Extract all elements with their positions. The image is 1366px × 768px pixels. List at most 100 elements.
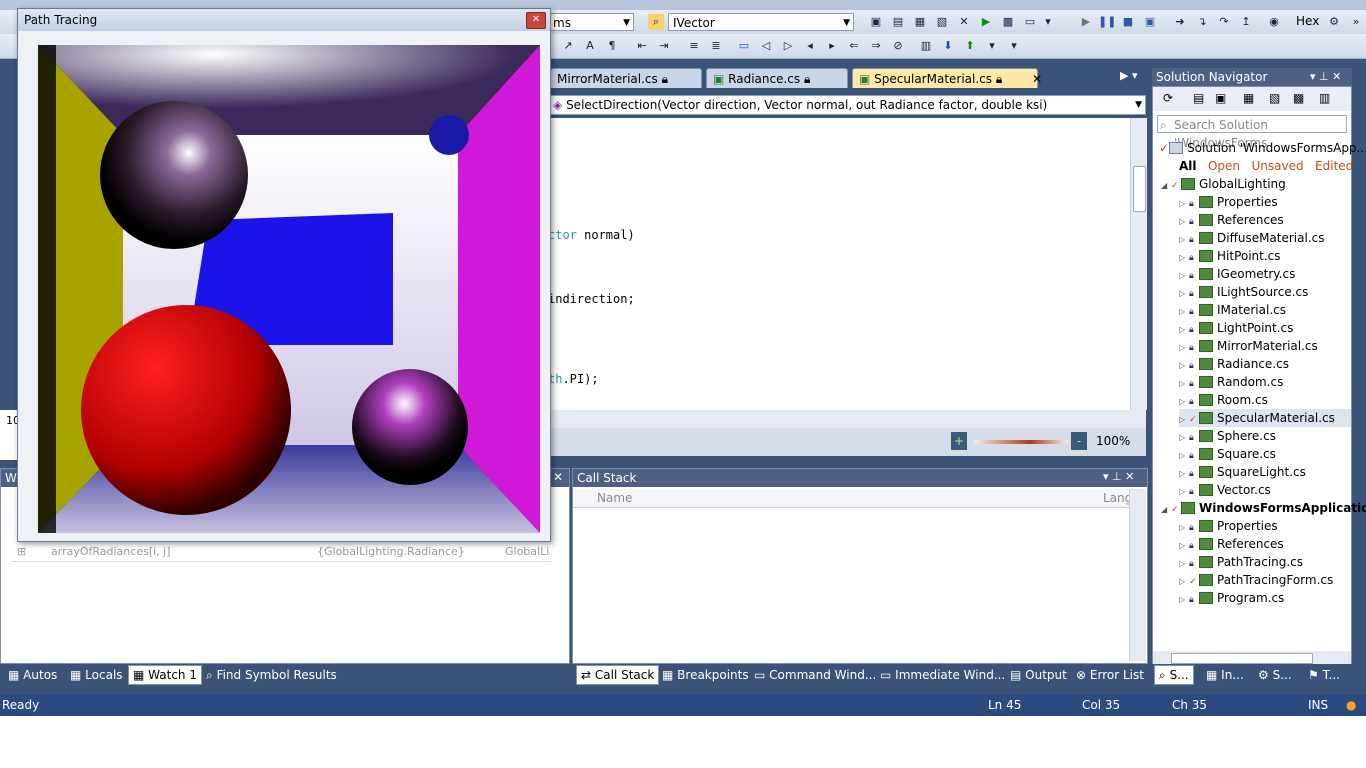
prev-bookmark-folder-icon[interactable]: ◂ <box>802 38 818 54</box>
tab-index[interactable]: ▦ In... <box>1206 666 1244 684</box>
step-over-icon[interactable]: ↷ <box>1216 14 1232 30</box>
stop-icon[interactable]: ■ <box>1120 14 1136 30</box>
show-next-statement-icon[interactable]: ➜ <box>1172 14 1188 30</box>
tree-item[interactable]: ◢ ✓ WindowsFormsApplication <box>1161 499 1366 517</box>
tab-immediate-window[interactable]: ▭ Immediate Wind... <box>880 666 1005 684</box>
tree-item[interactable]: ▷ 🔒︎ ILightSource.cs <box>1179 283 1308 301</box>
tree-item[interactable]: ▷ 🔒︎ Properties <box>1179 193 1278 211</box>
command-window-icon[interactable]: ▭ <box>1022 14 1038 30</box>
tree-item[interactable]: ▷ 🔒︎ References <box>1179 211 1284 229</box>
tree-item[interactable]: ▷ 🔒︎ LightPoint.cs <box>1179 319 1293 337</box>
tab-solution-navigator[interactable]: ⌕ S... <box>1154 665 1194 685</box>
tab-command-window[interactable]: ▭ Command Wind... <box>754 666 876 684</box>
overflow-icon[interactable]: » <box>1348 14 1364 30</box>
panel-options-icon[interactable]: ▾ ⊥ ✕ <box>1103 470 1134 483</box>
find-icon[interactable]: ⌕ <box>648 14 664 30</box>
solution-node[interactable]: ✓ Solution 'WindowsFormsApp... <box>1159 139 1366 157</box>
prev-doc-bookmark-icon[interactable]: ⇐ <box>846 38 862 54</box>
properties-icon[interactable]: ▤ <box>890 14 906 30</box>
expanded-arrow-icon[interactable]: ◢ <box>1161 501 1171 519</box>
tab-locals[interactable]: ▦ Locals <box>70 666 123 684</box>
outdent-icon[interactable]: ⇤ <box>634 38 650 54</box>
tree-item[interactable]: ▷ ✓ SpecularMaterial.cs <box>1179 409 1351 427</box>
tab-error-list[interactable]: ⊗ Error List <box>1076 666 1144 684</box>
tab-output[interactable]: ▤ Output <box>1010 666 1067 684</box>
editor-horizontal-scrollbar[interactable] <box>548 410 1146 428</box>
tree-item[interactable]: ▷ 🔒︎ PathTracing.cs <box>1179 553 1303 571</box>
find-combo[interactable]: IVector ▼ <box>668 13 854 31</box>
filter-edited[interactable]: Edited <box>1315 159 1353 173</box>
tab-radiance[interactable]: ▣ Radiance.cs 🔒︎ <box>706 68 848 88</box>
tab-find-symbol-results[interactable]: ⌕ Find Symbol Results <box>206 666 337 684</box>
zoom-slider[interactable] <box>974 440 1068 444</box>
solution-explorer-icon[interactable]: ▣ <box>868 14 884 30</box>
editor-vertical-scrollbar[interactable] <box>1130 118 1147 410</box>
step-into-icon[interactable]: ↴ <box>1194 14 1210 30</box>
close-icon[interactable]: ✕ <box>553 470 563 484</box>
filter-open[interactable]: Open <box>1208 159 1240 173</box>
step-out-icon[interactable]: ↥ <box>1238 14 1254 30</box>
hex-toggle[interactable]: Hex <box>1296 14 1319 28</box>
parameter-info-icon[interactable]: A <box>582 38 598 54</box>
expand-icon[interactable]: ⊞ <box>17 545 26 558</box>
dropdown-icon[interactable]: ▾ <box>984 38 1000 54</box>
restart-icon[interactable]: ▣ <box>1142 14 1158 30</box>
filter-unsaved[interactable]: Unsaved <box>1251 159 1303 173</box>
scroll-thumb[interactable] <box>1171 653 1313 664</box>
tree-item[interactable]: ▷ 🔒︎ References <box>1179 535 1284 553</box>
next-bookmark-folder-icon[interactable]: ▸ <box>824 38 840 54</box>
solution-search-input[interactable]: ⌕ Search Solution 'WindowsForms <box>1157 115 1347 150</box>
properties-icon[interactable]: ▥ <box>1319 91 1330 105</box>
object-browser-icon[interactable]: ▦ <box>912 14 928 30</box>
zoom-out-icon[interactable]: - <box>1071 432 1087 450</box>
bookmark-icon[interactable]: ▭ <box>736 38 752 54</box>
tree-item[interactable]: ▷ 🔒︎ MirrorMaterial.cs <box>1179 337 1318 355</box>
tools-icon[interactable]: ✕ <box>956 14 972 30</box>
tree-item[interactable]: ▷ 🔒︎ SquareLight.cs <box>1179 463 1306 481</box>
member-combo[interactable]: ◈ SelectDirection(Vector direction, Vect… <box>548 95 1146 115</box>
uncomment-icon[interactable]: ≣ <box>708 38 724 54</box>
close-icon[interactable]: ✕ <box>1032 72 1042 86</box>
column-lang[interactable]: Lang <box>1103 491 1132 505</box>
tree-item[interactable]: ▷ 🔒︎ HitPoint.cs <box>1179 247 1281 265</box>
tree-item[interactable]: ▷ 🔒︎ Radiance.cs <box>1179 355 1289 373</box>
quick-info-icon[interactable]: ↗ <box>560 38 576 54</box>
refresh-icon[interactable]: ▧ <box>1269 91 1280 105</box>
toolbox-icon[interactable]: ▧ <box>934 14 950 30</box>
tree-item[interactable]: ◢ ✓ GlobalLighting <box>1161 175 1286 193</box>
dropdown-icon[interactable]: ▾ <box>1006 38 1022 54</box>
code-editor[interactable]: ctor normal) indirection; th.PI); <box>548 118 1130 410</box>
tree-item[interactable]: ▷ 🔒︎ IMaterial.cs <box>1179 301 1286 319</box>
new-folder-icon[interactable]: ▤ <box>1193 91 1204 105</box>
filter-all[interactable]: All <box>1179 159 1197 173</box>
up-arrow-icon[interactable]: ⬆ <box>962 38 978 54</box>
next-doc-bookmark-icon[interactable]: ⇒ <box>868 38 884 54</box>
tree-item[interactable]: ▷ 🔒︎ Room.cs <box>1179 391 1268 409</box>
path-tracing-title-bar[interactable]: Path Tracing <box>18 9 550 31</box>
tab-specularmaterial[interactable]: ▣ SpecularMaterial.cs 🔒︎ ✕ <box>852 68 1042 88</box>
tab-call-stack[interactable]: ⇄ Call Stack <box>576 665 660 685</box>
next-bookmark-icon[interactable]: ▷ <box>780 38 796 54</box>
path-tracing-window[interactable]: Path Tracing ✕ <box>17 8 551 542</box>
tree-item[interactable]: ▷ 🔒︎ Random.cs <box>1179 373 1283 391</box>
clear-bookmarks-icon[interactable]: ⊘ <box>890 38 906 54</box>
continue-icon[interactable]: ▶ <box>1078 14 1094 30</box>
tab-server-explorer[interactable]: ⚙ S... <box>1258 666 1292 684</box>
panel-options-icon[interactable]: ▾ ⊥ ✕ <box>1310 68 1341 86</box>
tree-item[interactable]: ▷ 🔒︎ Sphere.cs <box>1179 427 1276 445</box>
call-stack-scrollbar[interactable] <box>1129 489 1146 661</box>
config-combo[interactable]: ms ▼ <box>548 13 634 31</box>
tab-team[interactable]: ⚑ T... <box>1308 666 1340 684</box>
watch-row[interactable]: ⊞ arrayOfRadiances[i, j] {GlobalLighting… <box>11 545 551 562</box>
extension-icon[interactable]: ▩ <box>1000 14 1016 30</box>
tab-watch-1[interactable]: ▦ Watch 1 <box>128 665 202 685</box>
comment-icon[interactable]: ≡ <box>686 38 702 54</box>
column-name[interactable]: Name <box>597 491 632 505</box>
layout-icon[interactable]: ▥ <box>918 38 934 54</box>
tab-overflow-icon[interactable]: ▶ ▾ <box>1120 69 1137 82</box>
zoom-in-icon[interactable]: + <box>951 432 967 450</box>
tab-autos[interactable]: ▦ Autos <box>8 666 57 684</box>
close-icon[interactable]: ✕ <box>526 12 546 29</box>
tab-mirrormaterial[interactable]: MirrorMaterial.cs 🔒︎ <box>550 68 702 88</box>
threads-icon[interactable]: ⚙ <box>1326 14 1342 30</box>
